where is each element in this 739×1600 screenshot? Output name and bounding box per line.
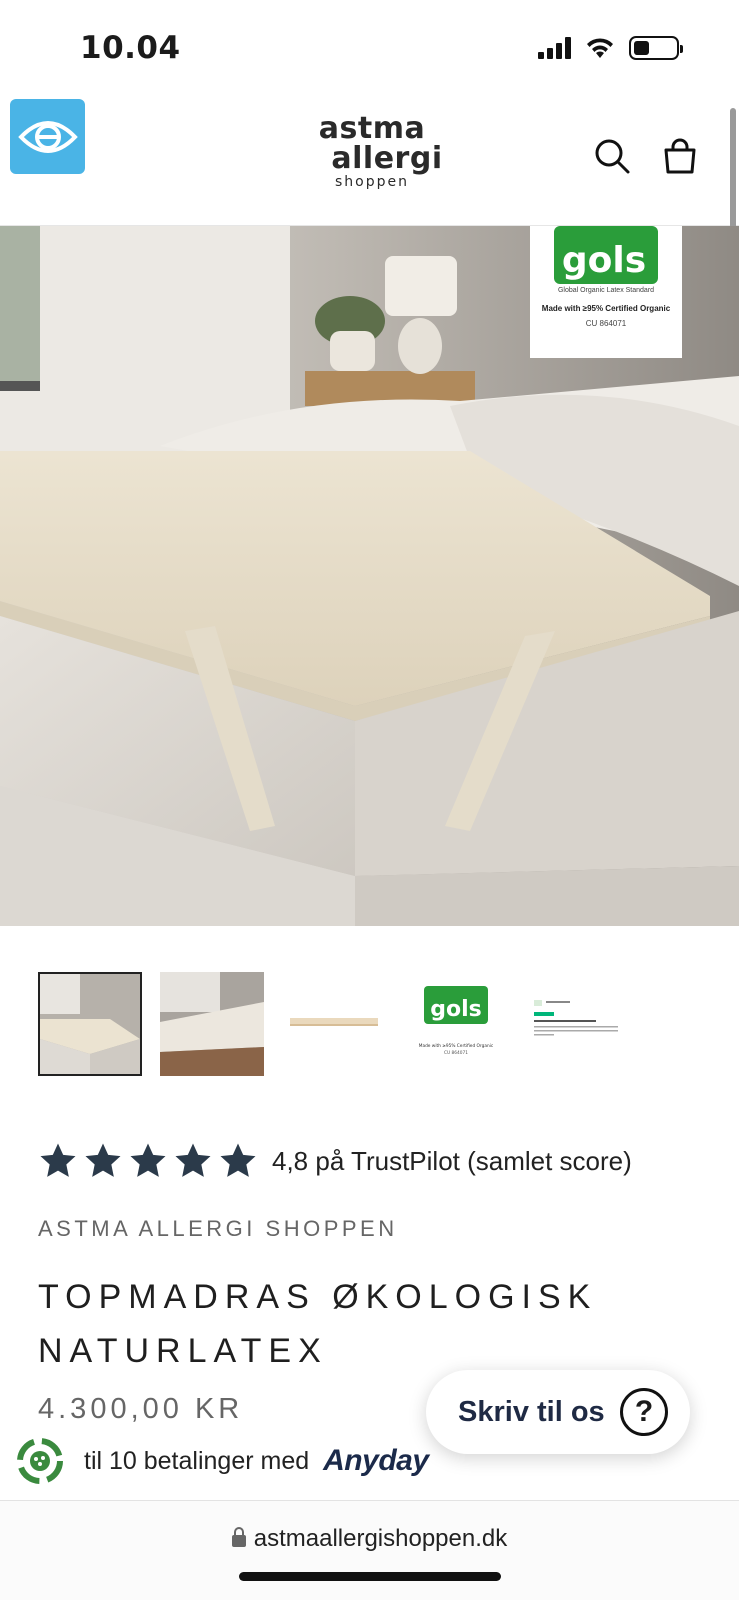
home-indicator[interactable] bbox=[239, 1572, 501, 1581]
url-text: astmaallergishoppen.dk bbox=[253, 1525, 508, 1552]
anyday-logo: Anyday bbox=[323, 1444, 429, 1477]
accessibility-button[interactable] bbox=[10, 99, 85, 174]
recycle-badge-icon bbox=[17, 1438, 63, 1484]
gols-cert-text: CU 864071 bbox=[585, 319, 627, 328]
logo-line-3: shoppen bbox=[335, 174, 409, 190]
star-icon bbox=[85, 1143, 121, 1177]
thumb-gols-made: Made with ≥95% Certified Organic bbox=[419, 1043, 494, 1049]
chat-button[interactable]: Skriv til os ? bbox=[426, 1370, 690, 1454]
star-icon bbox=[40, 1143, 76, 1177]
thumbnail-1[interactable] bbox=[38, 972, 142, 1076]
rating-text: 4,8 på TrustPilot (samlet score) bbox=[272, 1145, 632, 1176]
status-time: 10.04 bbox=[80, 30, 181, 66]
battery-icon bbox=[629, 36, 683, 60]
star-icon bbox=[130, 1143, 166, 1177]
product-title: TOPMADRAS ØKOLOGISK NATURLATEX bbox=[38, 1278, 598, 1370]
product-brand: ASTMA ALLERGI SHOPPEN bbox=[38, 1216, 398, 1241]
gols-logo-text: gols bbox=[562, 240, 646, 281]
thumbnail-5[interactable] bbox=[526, 972, 630, 1076]
search-icon[interactable] bbox=[592, 136, 632, 176]
status-icons bbox=[538, 36, 683, 60]
accessibility-eye-icon bbox=[17, 120, 78, 153]
thumbnail-3[interactable] bbox=[282, 972, 386, 1076]
product-price: 4.300,00 KR bbox=[38, 1393, 244, 1425]
question-mark-icon: ? bbox=[620, 1388, 668, 1436]
gols-certification-badge: gols Global Organic Latex Standard Made … bbox=[530, 226, 682, 358]
thumb-gols-cert: CU 864071 bbox=[444, 1050, 468, 1056]
anyday-installments[interactable]: til 10 betalinger med Anyday bbox=[12, 1433, 429, 1489]
thumbnail-2[interactable] bbox=[160, 972, 264, 1076]
gols-top-text: Global Organic Latex Standard bbox=[557, 287, 655, 294]
wifi-icon bbox=[587, 38, 613, 58]
status-bar: 10.04 bbox=[0, 0, 739, 96]
product-thumbnails: gols Made with ≥95% Certified Organic CU… bbox=[38, 972, 630, 1076]
rating-stars bbox=[38, 1141, 258, 1181]
star-icon bbox=[175, 1143, 211, 1177]
gols-logo-icon: gols bbox=[554, 226, 658, 284]
logo-line-2: allergi bbox=[331, 141, 443, 176]
site-header: astma allergi shoppen bbox=[0, 96, 739, 226]
site-logo[interactable]: astma allergi shoppen bbox=[292, 114, 452, 196]
thumbnail-4[interactable]: gols Made with ≥95% Certified Organic CU… bbox=[404, 972, 508, 1076]
thumb-gols-text: gols bbox=[430, 997, 482, 1022]
url-display[interactable]: astmaallergishoppen.dk bbox=[0, 1525, 739, 1553]
anyday-text: til 10 betalinger med bbox=[84, 1446, 310, 1475]
shopping-bag-icon[interactable] bbox=[660, 136, 700, 176]
star-icon bbox=[220, 1143, 256, 1177]
trustpilot-rating[interactable]: 4,8 på TrustPilot (samlet score) bbox=[38, 1141, 632, 1181]
gols-made-text: Made with ≥95% Certified Organic bbox=[541, 304, 671, 313]
cellular-signal-icon bbox=[538, 37, 571, 59]
lock-icon bbox=[231, 1527, 246, 1547]
browser-address-bar[interactable]: astmaallergishoppen.dk bbox=[0, 1500, 739, 1600]
chat-label: Skriv til os bbox=[458, 1395, 605, 1428]
logo-line-1: astma bbox=[318, 111, 426, 146]
